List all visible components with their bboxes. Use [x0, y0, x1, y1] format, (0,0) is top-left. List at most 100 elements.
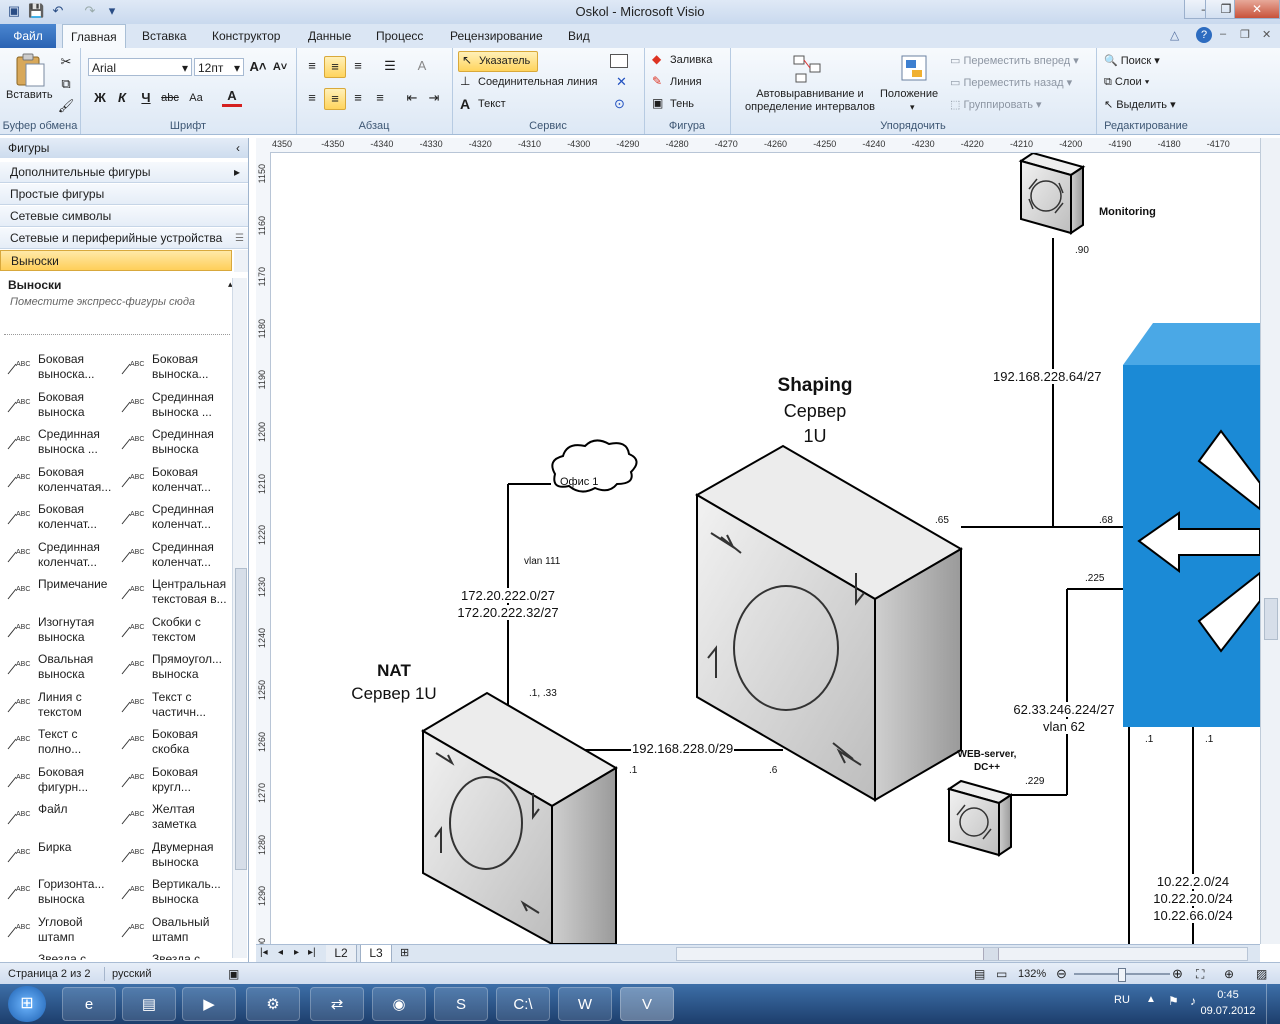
ribbon-minimize-icon[interactable]: △	[1170, 28, 1179, 42]
last-page-icon[interactable]: ▸|	[308, 947, 316, 958]
media-player-icon[interactable]: ▶	[182, 987, 236, 1021]
canvas-vscroll-thumb[interactable]	[1264, 598, 1278, 640]
collapse-panel-icon[interactable]: ‹	[236, 138, 240, 158]
format-painter-icon[interactable]: 🖌	[56, 96, 76, 116]
first-page-icon[interactable]: |◂	[260, 947, 268, 958]
stencil-shape-item[interactable]: ABC Срединная выноска	[120, 425, 232, 461]
stencil-shape-item[interactable]: ABC Изогнутая выноска	[6, 613, 118, 649]
stencil-network-peripherals[interactable]: Сетевые и периферийные устройства ☰	[0, 228, 248, 249]
justify-icon[interactable]: ≡	[370, 88, 390, 108]
stencil-shape-item[interactable]: ABC Овальный штамп	[120, 913, 232, 949]
command-prompt-icon[interactable]: C:\	[496, 987, 550, 1021]
stencil-shape-item[interactable]: ABC Боковая выноска	[6, 388, 118, 424]
italic-icon[interactable]: К	[112, 88, 132, 108]
send-backward-button[interactable]: ▭ Переместить назад ▾	[950, 76, 1072, 89]
stencil-shape-item[interactable]: ABC Двумерная выноска	[120, 838, 232, 874]
text-direction-icon[interactable]: A	[412, 56, 432, 76]
zoom-in-icon[interactable]: ⊕	[1172, 963, 1183, 985]
tray-expand-icon[interactable]: ▲	[1146, 994, 1156, 1005]
clock-time[interactable]: 0:45	[1200, 989, 1256, 1001]
stencil-shape-item[interactable]: ABC Звезда с...	[6, 950, 118, 960]
align-right-icon[interactable]: ≡	[348, 88, 368, 108]
stencil-shape-item[interactable]: ABC Горизонта... выноска	[6, 875, 118, 911]
stencil-shape-item[interactable]: ABC Угловой штамп	[6, 913, 118, 949]
teamviewer-icon[interactable]: ⇄	[310, 987, 364, 1021]
zoom-out-icon[interactable]: ⊖	[1056, 963, 1067, 985]
zoom-slider-thumb[interactable]	[1118, 968, 1127, 982]
stencil-shape-item[interactable]: ABC Звезда с...	[120, 950, 232, 960]
stencil-shape-item[interactable]: ABC Срединная коленчат...	[120, 538, 232, 574]
connection-point-icon[interactable]: ⊙	[614, 96, 625, 112]
stencil-shape-item[interactable]: ABC Примечание	[6, 575, 118, 611]
shrink-font-icon[interactable]: A˅	[270, 57, 290, 77]
bring-forward-button[interactable]: ▭ Переместить вперед ▾	[950, 54, 1079, 67]
doc-close-icon[interactable]: ✕	[1262, 28, 1271, 41]
cut-icon[interactable]: ✂	[56, 52, 76, 72]
stencil-shape-item[interactable]: ABC Срединная коленчат...	[6, 538, 118, 574]
stencil-shape-item[interactable]: ABC Боковая коленчатая...	[6, 463, 118, 499]
bold-icon[interactable]: Ж	[90, 88, 110, 108]
doc-minimize-icon[interactable]: –	[1220, 28, 1226, 40]
file-explorer-icon[interactable]: ▤	[122, 987, 176, 1021]
internet-explorer-icon[interactable]: e	[62, 987, 116, 1021]
select-button[interactable]: ↖ Выделить ▾	[1104, 98, 1176, 111]
macro-record-icon[interactable]: ▣	[228, 963, 239, 985]
close-button[interactable]: ✕	[1234, 0, 1280, 19]
align-middle-icon[interactable]: ≡	[324, 56, 346, 78]
next-page-icon[interactable]: ▸	[294, 947, 299, 958]
canvas-hscrollbar[interactable]	[676, 947, 1248, 961]
paste-icon[interactable]	[14, 52, 46, 90]
rectangle-icon[interactable]	[610, 54, 628, 68]
clock-date[interactable]: 09.07.2012	[1196, 1005, 1260, 1017]
stencil-shape-item[interactable]: ABC Желтая заметка	[120, 800, 232, 836]
network-tray-icon[interactable]: ⚑	[1168, 994, 1179, 1008]
font-color-icon[interactable]: A	[222, 88, 242, 107]
font-size-combo[interactable]: 12пт ▾	[194, 58, 244, 76]
auto-align-button[interactable]: Автовыравнивание и определение интервало…	[736, 88, 884, 114]
tab-data[interactable]: Данные	[300, 24, 359, 48]
increase-indent-icon[interactable]: ⇥	[424, 88, 444, 108]
stencil-shape-item[interactable]: ABC Центральная текстовая в...	[120, 575, 232, 611]
stencil-shape-item[interactable]: ABC Бирка	[6, 838, 118, 874]
position-button[interactable]: Положение	[880, 88, 938, 100]
canvas-vscrollbar[interactable]	[1260, 138, 1280, 944]
stencil-shape-item[interactable]: ABC Текст с полно...	[6, 725, 118, 761]
copy-icon[interactable]: ⧉	[56, 74, 76, 94]
stencil-network-symbols[interactable]: Сетевые символы	[0, 206, 248, 227]
stencil-shape-item[interactable]: ABC Файл	[6, 800, 118, 836]
group-button[interactable]: ⬚ Группировать ▾	[950, 98, 1042, 111]
pan-zoom-icon[interactable]: ⊕	[1224, 963, 1234, 985]
shapes-scroll-thumb[interactable]	[235, 568, 247, 870]
pointer-tool-button[interactable]: ↖ Указатель	[458, 51, 538, 72]
tab-file[interactable]: Файл	[0, 24, 56, 48]
close-x-icon[interactable]: ✕	[616, 74, 627, 90]
stencil-shape-item[interactable]: ABC Срединная коленчат...	[120, 500, 232, 536]
full-screen-icon[interactable]: ▭	[996, 963, 1007, 985]
change-case-icon[interactable]: Aa	[186, 88, 206, 108]
font-name-combo[interactable]: Arial ▾	[88, 58, 192, 76]
stencil-shape-item[interactable]: ABC Боковая выноска...	[120, 350, 232, 386]
tab-review[interactable]: Рецензирование	[442, 24, 551, 48]
page-view-icon[interactable]: ▤	[974, 963, 985, 985]
strikethrough-icon[interactable]: abc	[160, 88, 180, 108]
stencil-shape-item[interactable]: ABC Овальная выноска	[6, 650, 118, 686]
stencil-shape-item[interactable]: ABC Скобки с текстом	[120, 613, 232, 649]
stencil-basic-shapes[interactable]: Простые фигуры	[0, 184, 248, 205]
find-button[interactable]: 🔍 Поиск ▾	[1104, 54, 1160, 67]
stencil-scroll[interactable]	[234, 250, 248, 272]
tab-process[interactable]: Процесс	[368, 24, 431, 48]
tab-design[interactable]: Конструктор	[204, 24, 288, 48]
switch-windows-icon[interactable]: ▨	[1256, 963, 1267, 985]
grow-font-icon[interactable]: A˄	[248, 57, 268, 77]
underline-icon[interactable]: Ч	[136, 88, 156, 108]
network-tool-icon[interactable]: ⚙	[246, 987, 300, 1021]
help-icon[interactable]: ?	[1196, 27, 1212, 43]
input-language[interactable]: RU	[1114, 994, 1130, 1006]
decrease-indent-icon[interactable]: ⇤	[402, 88, 422, 108]
align-bottom-icon[interactable]: ≡	[348, 56, 368, 76]
tab-home[interactable]: Главная	[62, 24, 126, 49]
doc-restore-icon[interactable]: ❐	[1240, 28, 1250, 41]
shapes-scrollbar[interactable]	[232, 278, 247, 958]
page-tab-l2[interactable]: L2	[326, 945, 357, 962]
stencil-shape-item[interactable]: ABC Срединная выноска ...	[6, 425, 118, 461]
